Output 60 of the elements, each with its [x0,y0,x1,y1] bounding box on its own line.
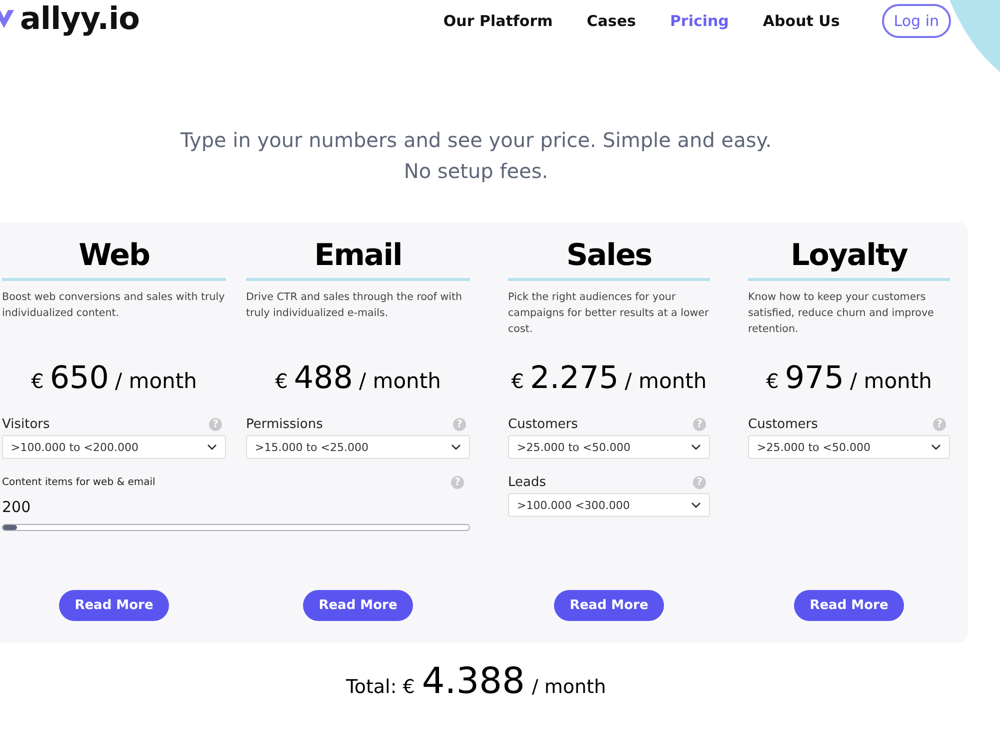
price-period: / month [624,369,707,393]
price-period: / month [114,369,197,393]
plan-title: Web [2,240,226,281]
price-period: / month [358,369,441,393]
total-period: / month [532,676,606,698]
select-field[interactable]: >25.000 to <50.000 [748,435,950,459]
nav-link[interactable]: Our Platform [426,12,570,30]
nav-link[interactable]: About Us [746,12,857,30]
plan-description: Know how to keep your customers satisfied, reduce churn and improve retention. [748,290,935,337]
plan-description: Boost web conversions and sales with truly individualized content. [2,290,226,321]
currency-symbol: € [275,369,288,393]
field-label: Permissions [246,416,323,432]
chevron-down-icon [691,444,701,450]
logo-text: allyy.io [20,0,140,36]
price-amount: 975 [784,360,844,396]
nav-link[interactable]: Cases [570,12,653,30]
price-amount: 650 [50,360,109,396]
read-more-button[interactable]: Read More [58,590,170,621]
slider-fill[interactable] [3,525,17,530]
nav-link[interactable]: Pricing [652,12,746,30]
slider-value: 200 [2,498,32,516]
read-more-button[interactable]: Read More [302,590,414,621]
plan-title: Sales [508,240,710,281]
currency-symbol: € [766,369,779,393]
currency-symbol: € [511,369,524,393]
read-more-button[interactable]: Read More [554,590,664,621]
read-more-button[interactable]: Read More [794,590,904,621]
plan-description: Pick the right audiences for your campaigns for better results at a lower cost. [508,290,710,337]
login-button[interactable]: Log in [882,4,951,38]
plan-title: Email [246,240,470,281]
currency-symbol: € [31,369,44,393]
price-period: / month [850,369,932,393]
price-amount: 488 [294,360,353,396]
chevron-down-icon [931,444,941,450]
field-label: Visitors [2,416,50,432]
select-value: >25.000 to <50.000 [757,440,870,454]
total-label: Total: € [346,676,415,698]
total-amount: 4.388 [422,661,525,702]
chevron-down-icon [207,444,217,450]
select-value: >100.000 to <200.000 [11,440,138,454]
select-value: >25.000 to <50.000 [517,440,630,454]
intro-text: No setup fees. [404,158,548,185]
plan-description: Drive CTR and sales through the roof with truly individualized e-mails. [246,290,464,321]
chevron-down-icon [691,502,701,508]
select-field[interactable]: >25.000 to <50.000 [508,435,710,459]
intro-text: Type in your numbers and see your price. Simple and easy. [180,127,772,154]
field-label: Customers [748,416,818,432]
select-value: >100.000 <300.000 [517,498,630,512]
plan-title: Loyalty [748,240,950,281]
field-label: Content items for web & email [2,476,156,488]
select-value: >15.000 to <25.000 [255,440,368,454]
decorative-shape [948,0,1000,72]
price-amount: 2.275 [530,360,619,396]
logo-icon [0,8,14,30]
select-field[interactable]: >100.000 <300.000 [508,493,710,517]
field-label: Customers [508,416,578,432]
select-field[interactable]: >100.000 to <200.000 [2,435,226,459]
select-field[interactable]: >15.000 to <25.000 [246,435,470,459]
chevron-down-icon [451,444,461,450]
field-label: Leads [508,474,546,490]
